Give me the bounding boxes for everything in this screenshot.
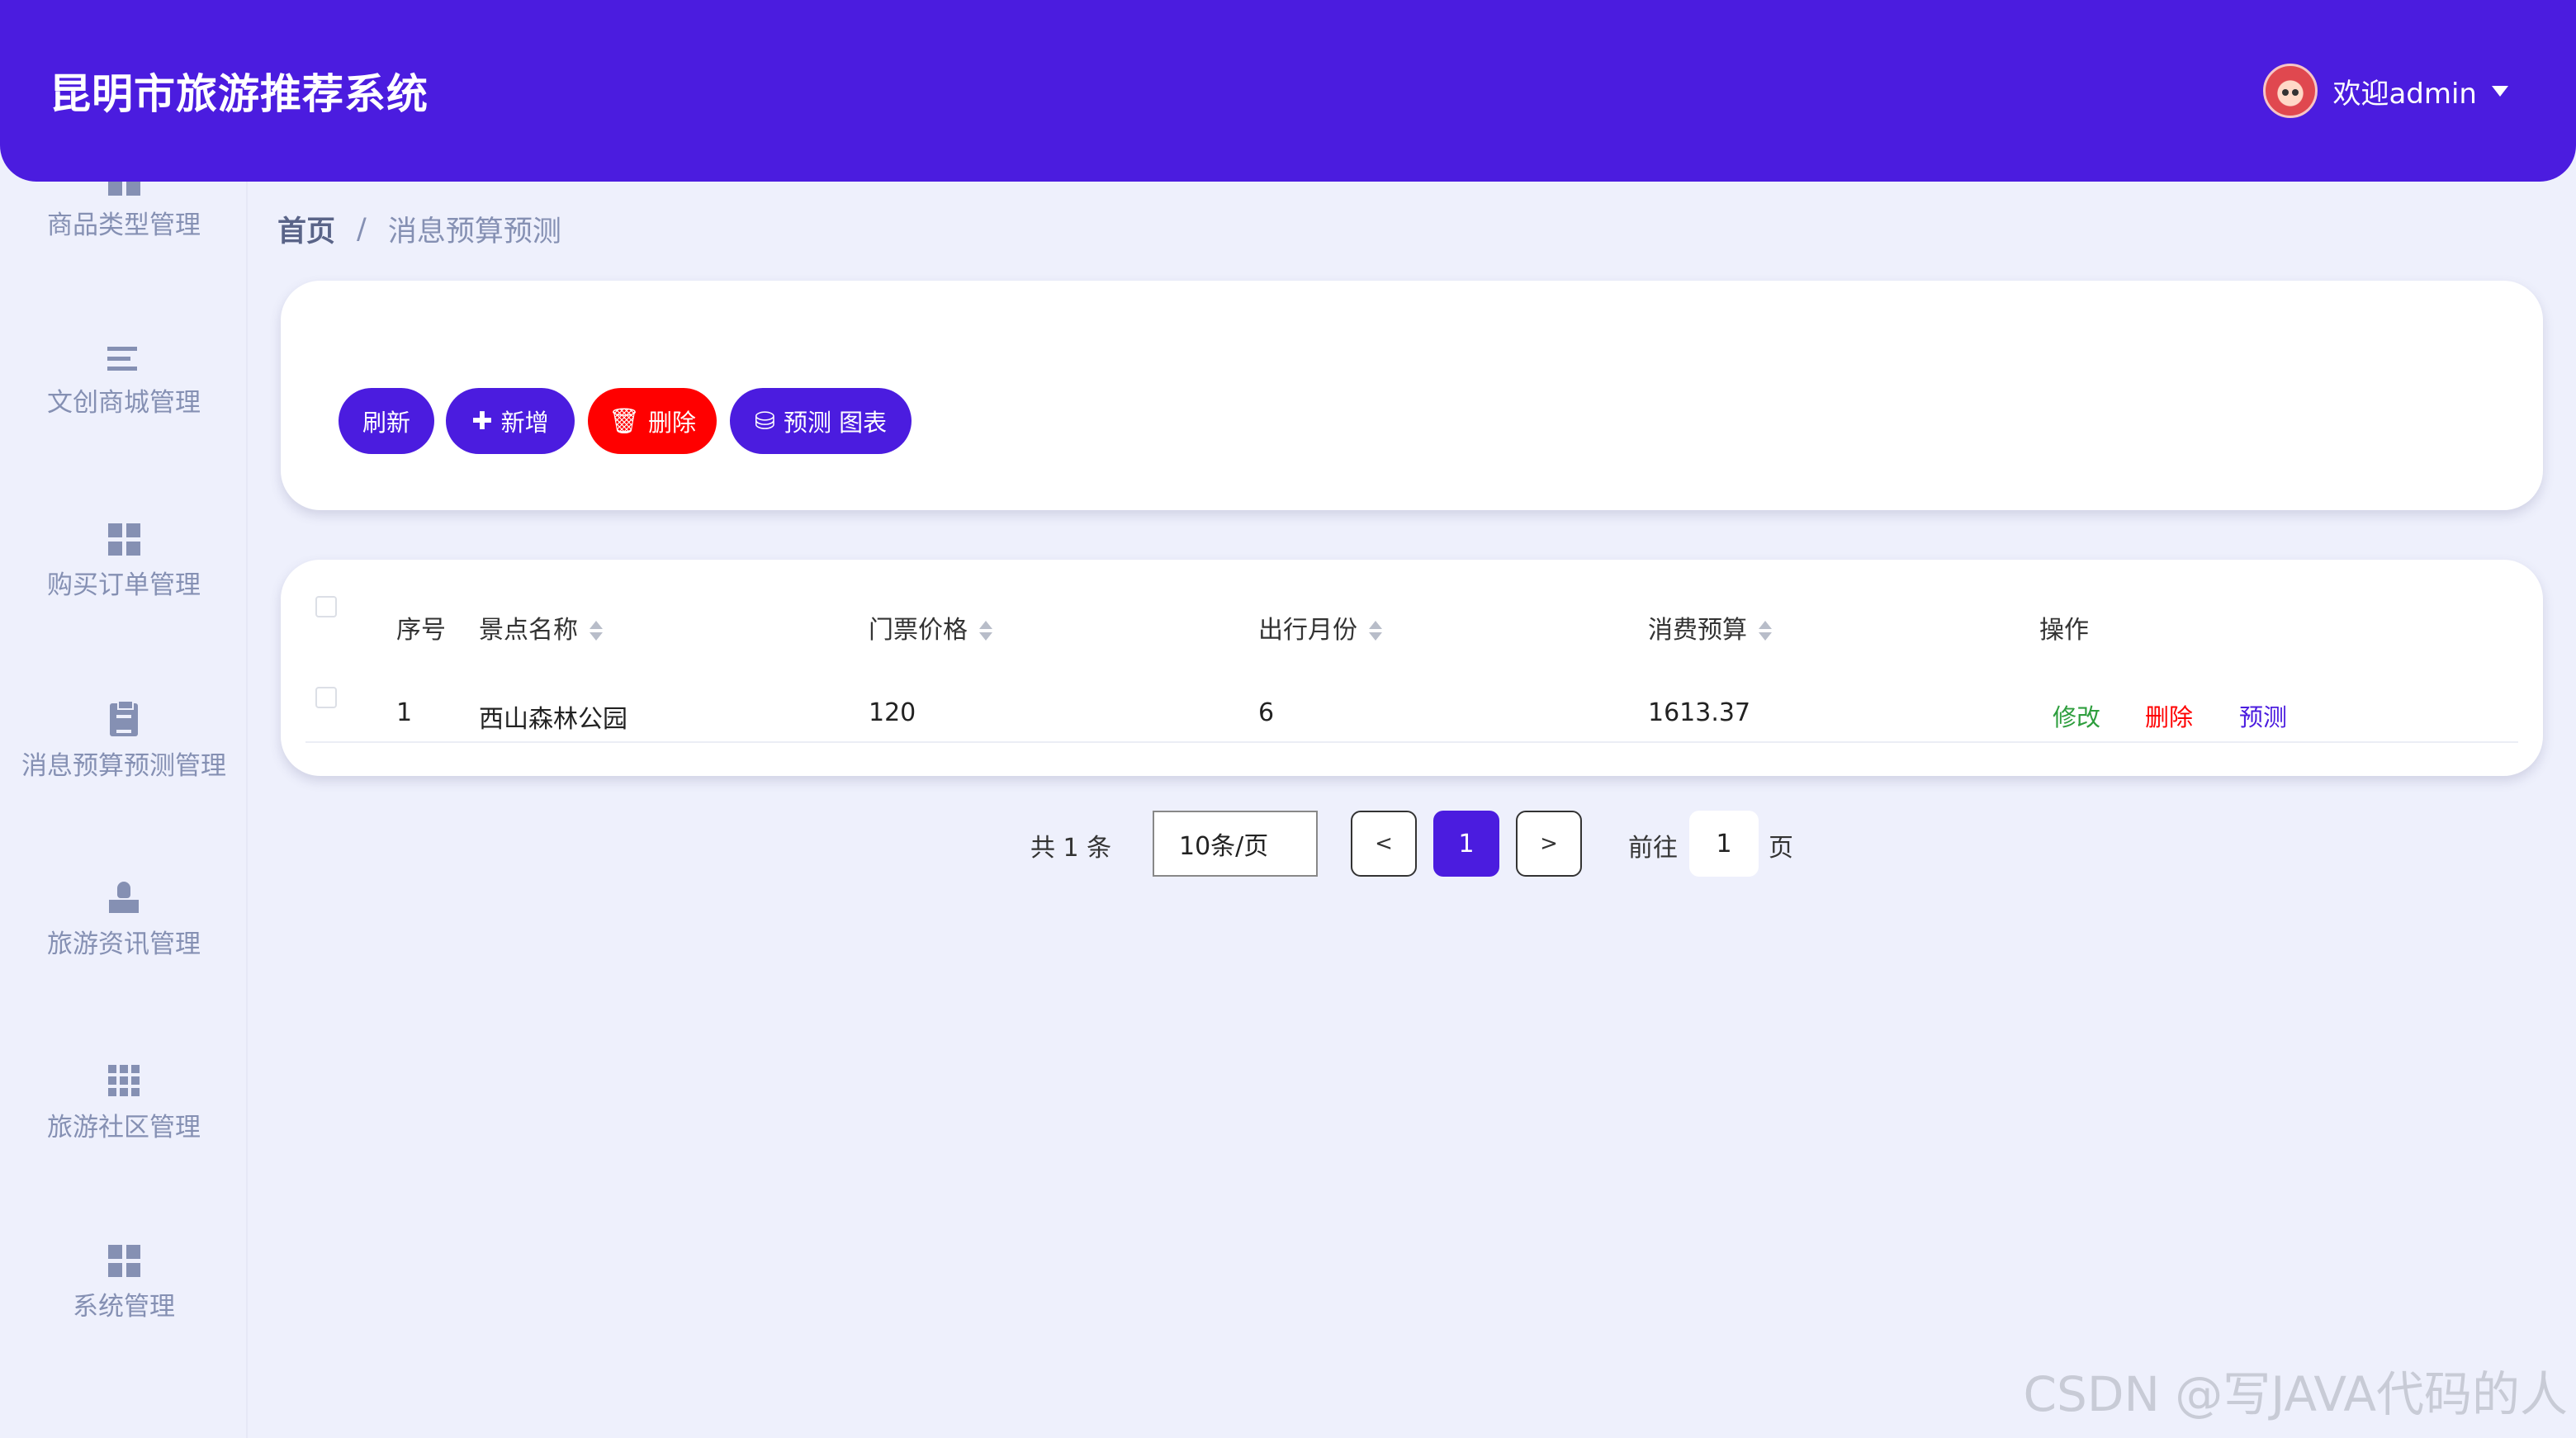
goto-suffix: 页: [1769, 834, 1793, 863]
app-title: 昆明市旅游推荐系统: [50, 70, 429, 118]
sort-icon[interactable]: [1759, 620, 1772, 642]
sidebar-item-label: 旅游社区管理: [47, 1113, 201, 1142]
goto-page-input[interactable]: 1: [1689, 811, 1759, 877]
watermark: CSDN @写JAVA代码的人: [2023, 1366, 2569, 1422]
column-header-month[interactable]: 出行月份: [1258, 609, 1382, 646]
forecast-chart-button[interactable]: ⛁ 预测 图表: [730, 388, 912, 454]
sidebar: 商品类型管理 文创商城管理 购买订单管理 消息预算预测管理 旅游资讯管理 旅游社…: [0, 0, 248, 1438]
next-page-button[interactable]: >: [1516, 811, 1582, 877]
cell-month: 6: [1258, 698, 1275, 727]
total-count: 共 1 条: [1030, 834, 1112, 863]
grid-icon: [107, 1245, 140, 1277]
prev-page-button[interactable]: <: [1351, 811, 1417, 877]
app-page: 商品类型管理 文创商城管理 购买订单管理 消息预算预测管理 旅游资讯管理 旅游社…: [0, 0, 2576, 1438]
forecast-chart-button-label: 预测 图表: [783, 409, 888, 437]
breadcrumb-home[interactable]: 首页: [277, 208, 335, 250]
column-header-index: 序号: [396, 616, 446, 645]
sidebar-item-travel-news[interactable]: 旅游资讯管理: [0, 882, 248, 960]
page-number-1[interactable]: 1: [1433, 811, 1499, 877]
cell-price: 120: [869, 698, 916, 727]
trash-icon: 🗑: [608, 406, 641, 436]
sidebar-item-orders[interactable]: 购买订单管理: [0, 523, 248, 601]
sidebar-item-label: 消息预算预测管理: [21, 751, 226, 781]
cell-index: 1: [396, 698, 413, 727]
column-header-actions: 操作: [2039, 616, 2089, 645]
add-button-label: 新增: [500, 409, 549, 437]
sidebar-item-budget-forecast[interactable]: 消息预算预测管理: [0, 700, 248, 782]
delete-button[interactable]: 🗑 删除: [588, 388, 717, 454]
cell-budget: 1613.37: [1648, 698, 1751, 727]
sidebar-item-label: 购买订单管理: [47, 570, 201, 600]
breadcrumb-current: 消息预算预测: [387, 215, 561, 248]
sort-icon[interactable]: [590, 620, 603, 642]
sidebar-item-label: 文创商城管理: [47, 388, 201, 418]
list-icon: [107, 345, 140, 371]
top-header: 昆明市旅游推荐系统 欢迎admin: [0, 0, 2576, 182]
column-header-label: 门票价格: [869, 616, 968, 645]
welcome-text[interactable]: 欢迎admin: [2332, 71, 2477, 111]
grid9-icon: [108, 1065, 140, 1096]
row-divider: [305, 741, 2518, 743]
sidebar-item-label: 旅游资讯管理: [47, 929, 201, 959]
sidebar-item-travel-community[interactable]: 旅游社区管理: [0, 1065, 248, 1143]
column-header-label: 景点名称: [479, 616, 578, 645]
plus-icon: ✚: [471, 406, 493, 436]
user-menu[interactable]: 欢迎admin: [2263, 64, 2508, 118]
select-all-checkbox[interactable]: [315, 596, 337, 617]
column-header-budget[interactable]: 消费预算: [1648, 609, 1772, 646]
delete-link[interactable]: 删除: [2145, 698, 2193, 733]
sort-icon[interactable]: [979, 620, 992, 642]
breadcrumb: 首页 / 消息预算预测: [277, 208, 561, 250]
row-checkbox[interactable]: [315, 687, 337, 708]
column-header-label: 出行月份: [1258, 616, 1357, 645]
clipboard-icon: [110, 700, 138, 736]
refresh-button-label: 刷新: [362, 409, 410, 437]
breadcrumb-separator: /: [357, 212, 367, 246]
database-icon: ⛁: [754, 406, 775, 436]
goto-prefix: 前往: [1628, 834, 1678, 863]
cell-name: 西山森林公园: [479, 705, 627, 734]
pagination: 共 1 条 10条/页 < 1 > 前往 1 页: [0, 811, 2576, 877]
predict-link[interactable]: 预测: [2239, 698, 2287, 733]
avatar[interactable]: [2263, 64, 2318, 118]
column-header-price[interactable]: 门票价格: [869, 609, 992, 646]
refresh-button[interactable]: 刷新: [339, 388, 434, 454]
sidebar-item-label: 系统管理: [73, 1292, 175, 1322]
delete-button-label: 删除: [648, 409, 697, 437]
sidebar-item-creative-mall[interactable]: 文创商城管理: [0, 345, 248, 419]
sidebar-item-label: 商品类型管理: [47, 210, 201, 240]
edit-link[interactable]: 修改: [2053, 698, 2100, 733]
data-table: 序号 景点名称 门票价格 出行月份 消费预算 操作 1 西山森林公园 120 6…: [281, 560, 2543, 776]
column-header-name[interactable]: 景点名称: [479, 609, 603, 646]
sort-icon[interactable]: [1369, 620, 1382, 642]
column-header-label: 消费预算: [1648, 616, 1747, 645]
add-button[interactable]: ✚ 新增: [446, 388, 575, 454]
caret-down-icon[interactable]: [2492, 85, 2508, 97]
page-size-select[interactable]: 10条/页: [1153, 811, 1318, 877]
sidebar-item-system[interactable]: 系统管理: [0, 1245, 248, 1322]
stamp-icon: [107, 882, 140, 915]
grid-icon: [107, 523, 140, 556]
toolbar-card: 刷新 ✚ 新增 🗑 删除 ⛁ 预测 图表: [281, 281, 2543, 510]
